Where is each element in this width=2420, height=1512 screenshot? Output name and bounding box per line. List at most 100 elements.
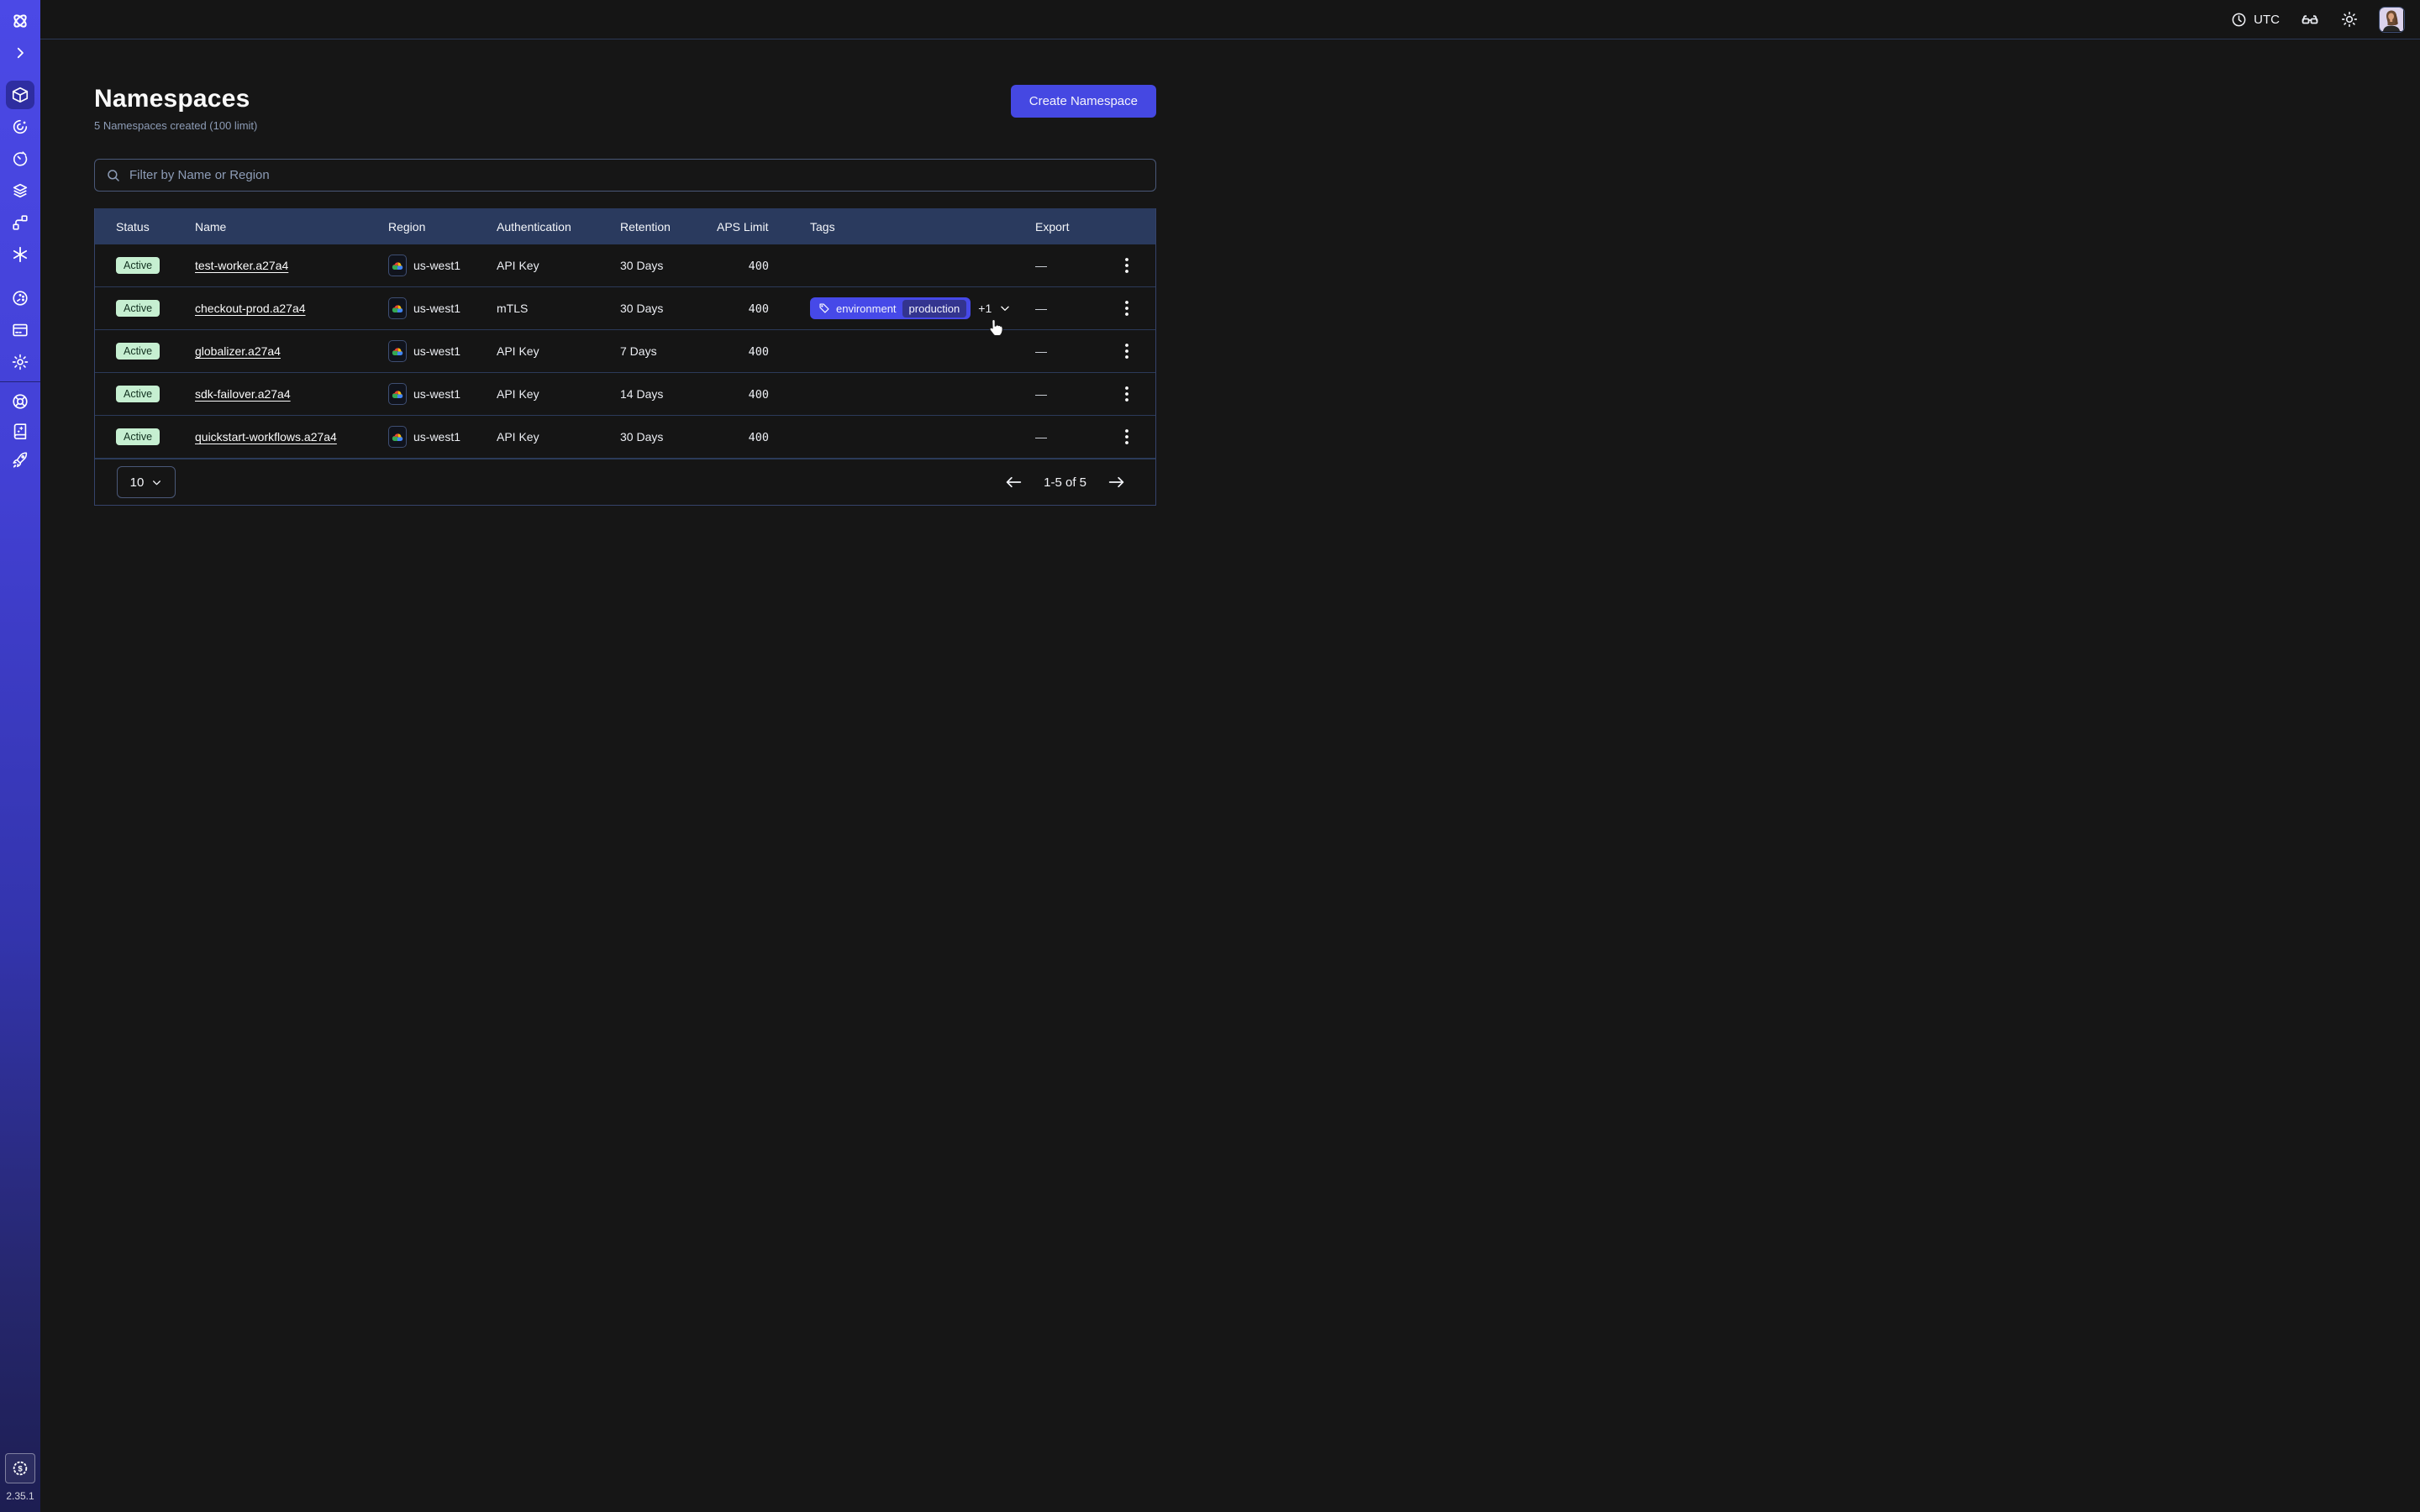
col-retention: Retention [620,220,717,234]
kebab-icon [1125,258,1128,273]
previous-page-button[interactable] [1005,475,1023,489]
col-region: Region [388,220,497,234]
sidebar-item-stacks[interactable] [6,176,34,205]
region-label: us-west1 [413,259,460,272]
page-title: Namespaces [94,85,257,113]
cube-icon [11,86,29,104]
gcp-cloud-icon [388,340,407,362]
sidebar-item-billing[interactable] [6,316,34,344]
sidebar-item-monitoring[interactable] [6,113,34,141]
namespace-link[interactable]: test-worker.a27a4 [195,259,288,272]
sidebar-item-support[interactable] [6,387,34,416]
sun-icon [2340,10,2359,29]
kebab-icon [1125,344,1128,359]
timezone-label: UTC [2254,13,2280,27]
status-badge: Active [116,386,160,402]
create-namespace-button[interactable]: Create Namespace [1011,85,1156,118]
filter-bar[interactable] [94,159,1156,192]
labs-glasses-button[interactable] [2300,9,2320,29]
col-status: Status [116,220,195,234]
credits-button[interactable]: $ [5,1453,35,1483]
workflow-branch-icon [11,213,29,232]
sidebar-item-nexus[interactable] [6,240,34,269]
status-badge: Active [116,428,160,445]
arrow-right-icon [1107,475,1125,489]
region-label: us-west1 [413,387,460,401]
namespace-link[interactable]: quickstart-workflows.a27a4 [195,430,337,444]
region-label: us-west1 [413,302,460,315]
aps-limit-value: 400 [717,260,769,273]
kebab-icon [1125,301,1128,316]
user-avatar[interactable] [2379,7,2405,33]
auth-label: mTLS [497,302,620,315]
retention-label: 7 Days [620,344,717,358]
region-label: us-west1 [413,344,460,358]
svg-text:$: $ [18,1464,23,1473]
retention-label: 30 Days [620,302,717,315]
tag-key: environment [836,302,897,315]
sidebar-item-schedules[interactable] [6,144,34,173]
next-page-button[interactable] [1107,475,1125,489]
table-row: Active checkout-prod.a27a4 us-west1 mTLS… [95,287,1155,330]
avatar-image [2380,8,2403,31]
row-actions-menu-button[interactable] [1112,424,1137,449]
timer-icon [11,150,29,168]
timezone-selector[interactable]: UTC [2231,12,2280,28]
col-aps-limit: APS Limit [717,220,810,234]
filter-input[interactable] [129,168,1144,182]
billing-card-icon [11,321,29,339]
sidebar-item-getting-started[interactable] [6,446,34,475]
arrow-left-icon [1005,475,1023,489]
sidebar-item-deployments[interactable] [6,208,34,237]
topbar: UTC [40,0,2420,39]
sidebar-expand-chevron-icon[interactable] [6,39,34,67]
asterisk-icon [11,245,29,264]
pagination-range: 1-5 of 5 [1044,475,1086,490]
export-value: — [1035,430,1112,444]
sidebar-item-settings[interactable] [6,348,34,376]
export-value: — [1035,344,1112,358]
app-version: 2.35.1 [6,1490,34,1502]
row-actions-menu-button[interactable] [1112,253,1137,278]
tags-more-count: +1 [978,302,992,315]
namespace-link[interactable]: globalizer.a27a4 [195,344,281,358]
rocket-icon [11,451,29,470]
sidebar-item-docs[interactable] [6,417,34,445]
col-export: Export [1035,220,1112,234]
gcp-cloud-icon [388,426,407,448]
row-actions-menu-button[interactable] [1112,339,1137,364]
namespaces-table: Status Name Region Authentication Retent… [94,208,1156,506]
namespace-link[interactable]: checkout-prod.a27a4 [195,302,306,315]
auth-label: API Key [497,430,620,444]
temporal-logo-icon[interactable] [6,7,34,35]
theme-toggle-button[interactable] [2340,10,2359,29]
auth-label: API Key [497,344,620,358]
page-size-select[interactable]: 10 [117,466,176,498]
retention-label: 14 Days [620,387,717,401]
sidebar: $ 2.35.1 [0,0,40,1512]
sidebar-divider [0,381,40,382]
page-subtitle: 5 Namespaces created (100 limit) [94,119,257,132]
gcp-cloud-icon [388,383,407,405]
spiral-icon [11,118,29,136]
row-actions-menu-button[interactable] [1112,381,1137,407]
table-row: Active globalizer.a27a4 us-west1 API Key… [95,330,1155,373]
status-badge: Active [116,257,160,274]
gear-icon [11,353,29,371]
aps-limit-value: 400 [717,388,769,402]
docs-book-icon [11,422,29,440]
sidebar-item-namespaces[interactable] [6,81,34,109]
glasses-icon [2300,9,2320,29]
sidebar-item-usage[interactable] [6,284,34,312]
col-name: Name [195,220,388,234]
layers-icon [11,181,29,200]
chevron-down-icon [151,477,162,488]
credits-dollar-icon: $ [11,1459,29,1478]
kebab-icon [1125,386,1128,402]
row-actions-menu-button[interactable] [1112,296,1137,321]
namespace-link[interactable]: sdk-failover.a27a4 [195,387,291,401]
auth-label: API Key [497,387,620,401]
tag-chip[interactable]: environment production [810,297,971,319]
tags-expand-chevron-icon[interactable] [999,302,1011,314]
retention-label: 30 Days [620,259,717,272]
